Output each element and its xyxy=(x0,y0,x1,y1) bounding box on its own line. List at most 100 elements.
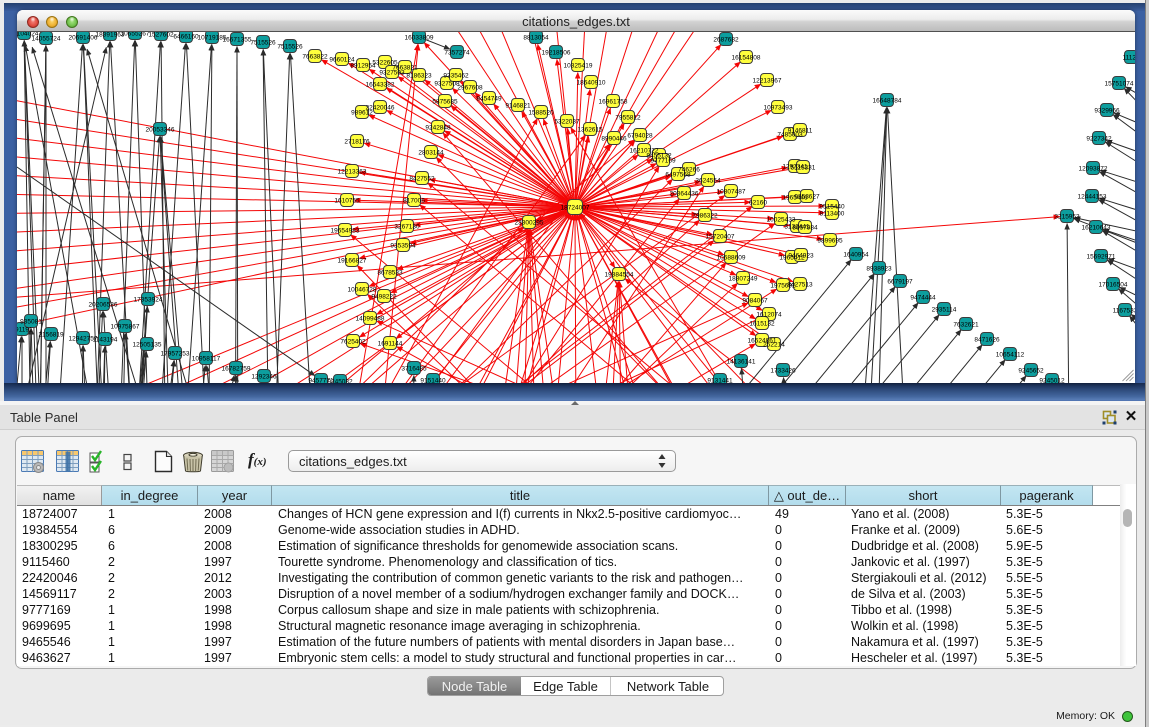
svg-text:19384554: 19384554 xyxy=(605,272,634,279)
svg-text:9327503: 9327503 xyxy=(379,70,405,77)
svg-text:8990446: 8990446 xyxy=(601,136,627,143)
svg-text:16648784: 16648784 xyxy=(873,98,902,105)
svg-text:9151440: 9151440 xyxy=(420,378,446,384)
svg-text:23300295: 23300295 xyxy=(515,220,544,227)
svg-text:6679197: 6679197 xyxy=(887,279,913,286)
svg-text:9498222: 9498222 xyxy=(371,294,397,301)
svg-text:9146811: 9146811 xyxy=(788,128,813,135)
svg-text:2803144: 2803144 xyxy=(418,150,444,157)
svg-text:10973493: 10973493 xyxy=(764,105,793,112)
svg-text:20053346: 20053346 xyxy=(146,127,175,134)
svg-text:1362615: 1362615 xyxy=(577,127,603,134)
svg-text:9131441: 9131441 xyxy=(707,378,733,384)
svg-text:10975867: 10975867 xyxy=(111,324,140,331)
svg-text:9474444: 9474444 xyxy=(910,295,936,302)
svg-text:9515440: 9515440 xyxy=(819,204,845,211)
svg-text:9245652: 9245652 xyxy=(1018,368,1044,375)
svg-text:7357274: 7357274 xyxy=(444,50,470,57)
svg-text:10654112: 10654112 xyxy=(996,352,1025,359)
svg-text:10958117: 10958117 xyxy=(192,356,221,363)
svg-text:10688609: 10688609 xyxy=(717,255,746,262)
svg-text:1615132: 1615132 xyxy=(749,321,775,328)
svg-text:20691406: 20691406 xyxy=(69,35,98,42)
svg-text:11124: 11124 xyxy=(1122,55,1135,62)
svg-text:7663822: 7663822 xyxy=(302,54,328,61)
svg-text:5115331: 5115331 xyxy=(791,165,816,172)
svg-text:9084067: 9084067 xyxy=(742,298,768,305)
svg-text:19166827: 19166827 xyxy=(338,258,367,265)
svg-text:15751074: 15751074 xyxy=(1105,81,1134,88)
svg-text:3716485: 3716485 xyxy=(401,366,427,373)
svg-text:62160: 62160 xyxy=(749,200,767,207)
svg-text:19654983: 19654983 xyxy=(331,228,360,235)
svg-text:9242848: 9242848 xyxy=(425,125,451,132)
svg-text:7625402: 7625402 xyxy=(340,339,366,346)
svg-text:15692971: 15692971 xyxy=(1087,254,1116,261)
svg-text:10807487: 10807487 xyxy=(717,189,746,196)
svg-text:1167533: 1167533 xyxy=(1113,308,1135,315)
svg-text:1733426: 1733426 xyxy=(770,368,796,375)
svg-text:2156819: 2156819 xyxy=(38,332,64,339)
svg-text:9227342: 9227342 xyxy=(1086,136,1112,143)
svg-text:12444153: 12444153 xyxy=(1078,194,1107,201)
svg-text:8678533: 8678533 xyxy=(377,270,403,277)
svg-text:1691144: 1691144 xyxy=(378,341,403,348)
svg-text:1143194: 1143194 xyxy=(93,337,118,344)
svg-text:9335462: 9335462 xyxy=(443,73,469,80)
svg-text:17353924: 17353924 xyxy=(134,297,163,304)
svg-text:8938923: 8938923 xyxy=(866,266,892,273)
svg-text:5322037: 5322037 xyxy=(554,119,580,126)
svg-text:7632621: 7632621 xyxy=(953,322,979,329)
svg-text:9777169: 9777169 xyxy=(650,158,676,165)
svg-text:16671355: 16671355 xyxy=(223,37,252,44)
svg-text:252214: 252214 xyxy=(763,342,785,349)
svg-text:8957984: 8957984 xyxy=(792,225,818,232)
svg-text:8454749: 8454749 xyxy=(476,96,502,103)
svg-text:8471626: 8471626 xyxy=(974,337,1000,344)
svg-text:16961758: 16961758 xyxy=(599,99,628,106)
svg-text:18724007: 18724007 xyxy=(561,205,590,212)
svg-text:7515526: 7515526 xyxy=(277,44,303,51)
svg-text:1610755: 1610755 xyxy=(334,198,360,205)
svg-text:14136141: 14136141 xyxy=(727,359,756,366)
svg-text:935081: 935081 xyxy=(20,319,42,326)
svg-text:15720407: 15720407 xyxy=(706,234,735,241)
svg-text:17957253: 17957253 xyxy=(161,351,190,358)
svg-text:10025433: 10025433 xyxy=(767,217,796,224)
svg-text:2687682: 2687682 xyxy=(713,37,739,44)
svg-text:16782759: 16782759 xyxy=(222,366,251,373)
svg-text:18807249: 18807249 xyxy=(729,276,758,283)
svg-text:16210643: 16210643 xyxy=(1082,225,1111,232)
svg-text:2935114: 2935114 xyxy=(932,307,957,314)
svg-text:6794028: 6794028 xyxy=(627,133,653,140)
svg-text:6466160: 6466160 xyxy=(173,34,199,41)
svg-text:5875685: 5875685 xyxy=(432,99,458,106)
svg-text:7955812: 7955812 xyxy=(615,115,641,122)
svg-text:16033809: 16033809 xyxy=(405,35,434,42)
svg-text:1588520: 1588520 xyxy=(528,110,554,117)
svg-text:9146821: 9146821 xyxy=(505,103,531,110)
svg-text:16543382: 16543382 xyxy=(366,82,395,89)
svg-text:8427552: 8427552 xyxy=(409,176,435,183)
svg-text:5322605: 5322605 xyxy=(372,60,398,67)
svg-text:12093872: 12093872 xyxy=(1079,166,1108,173)
svg-text:391191: 391191 xyxy=(17,327,33,334)
svg-text:1527602: 1527602 xyxy=(148,32,174,39)
svg-text:1612074: 1612074 xyxy=(756,312,782,319)
svg-text:8813054: 8813054 xyxy=(523,35,549,42)
svg-text:3215953: 3215953 xyxy=(1054,214,1080,221)
svg-text:20206536: 20206536 xyxy=(89,302,118,309)
svg-text:8186323: 8186323 xyxy=(406,73,432,80)
svg-text:6497568: 6497568 xyxy=(665,172,691,179)
svg-text:3624554: 3624554 xyxy=(695,178,721,185)
svg-text:8113400: 8113400 xyxy=(820,211,845,218)
svg-text:9327508: 9327508 xyxy=(434,81,460,88)
svg-text:10325419: 10325419 xyxy=(564,63,593,70)
svg-text:9899695: 9899695 xyxy=(817,238,843,245)
svg-text:12213967: 12213967 xyxy=(753,78,782,85)
svg-text:9464923: 9464923 xyxy=(788,253,814,260)
svg-text:817006: 817006 xyxy=(403,198,425,205)
svg-text:10046728: 10046728 xyxy=(348,287,377,294)
svg-text:17016504: 17016504 xyxy=(1099,282,1128,289)
svg-text:989612: 989612 xyxy=(351,110,373,117)
